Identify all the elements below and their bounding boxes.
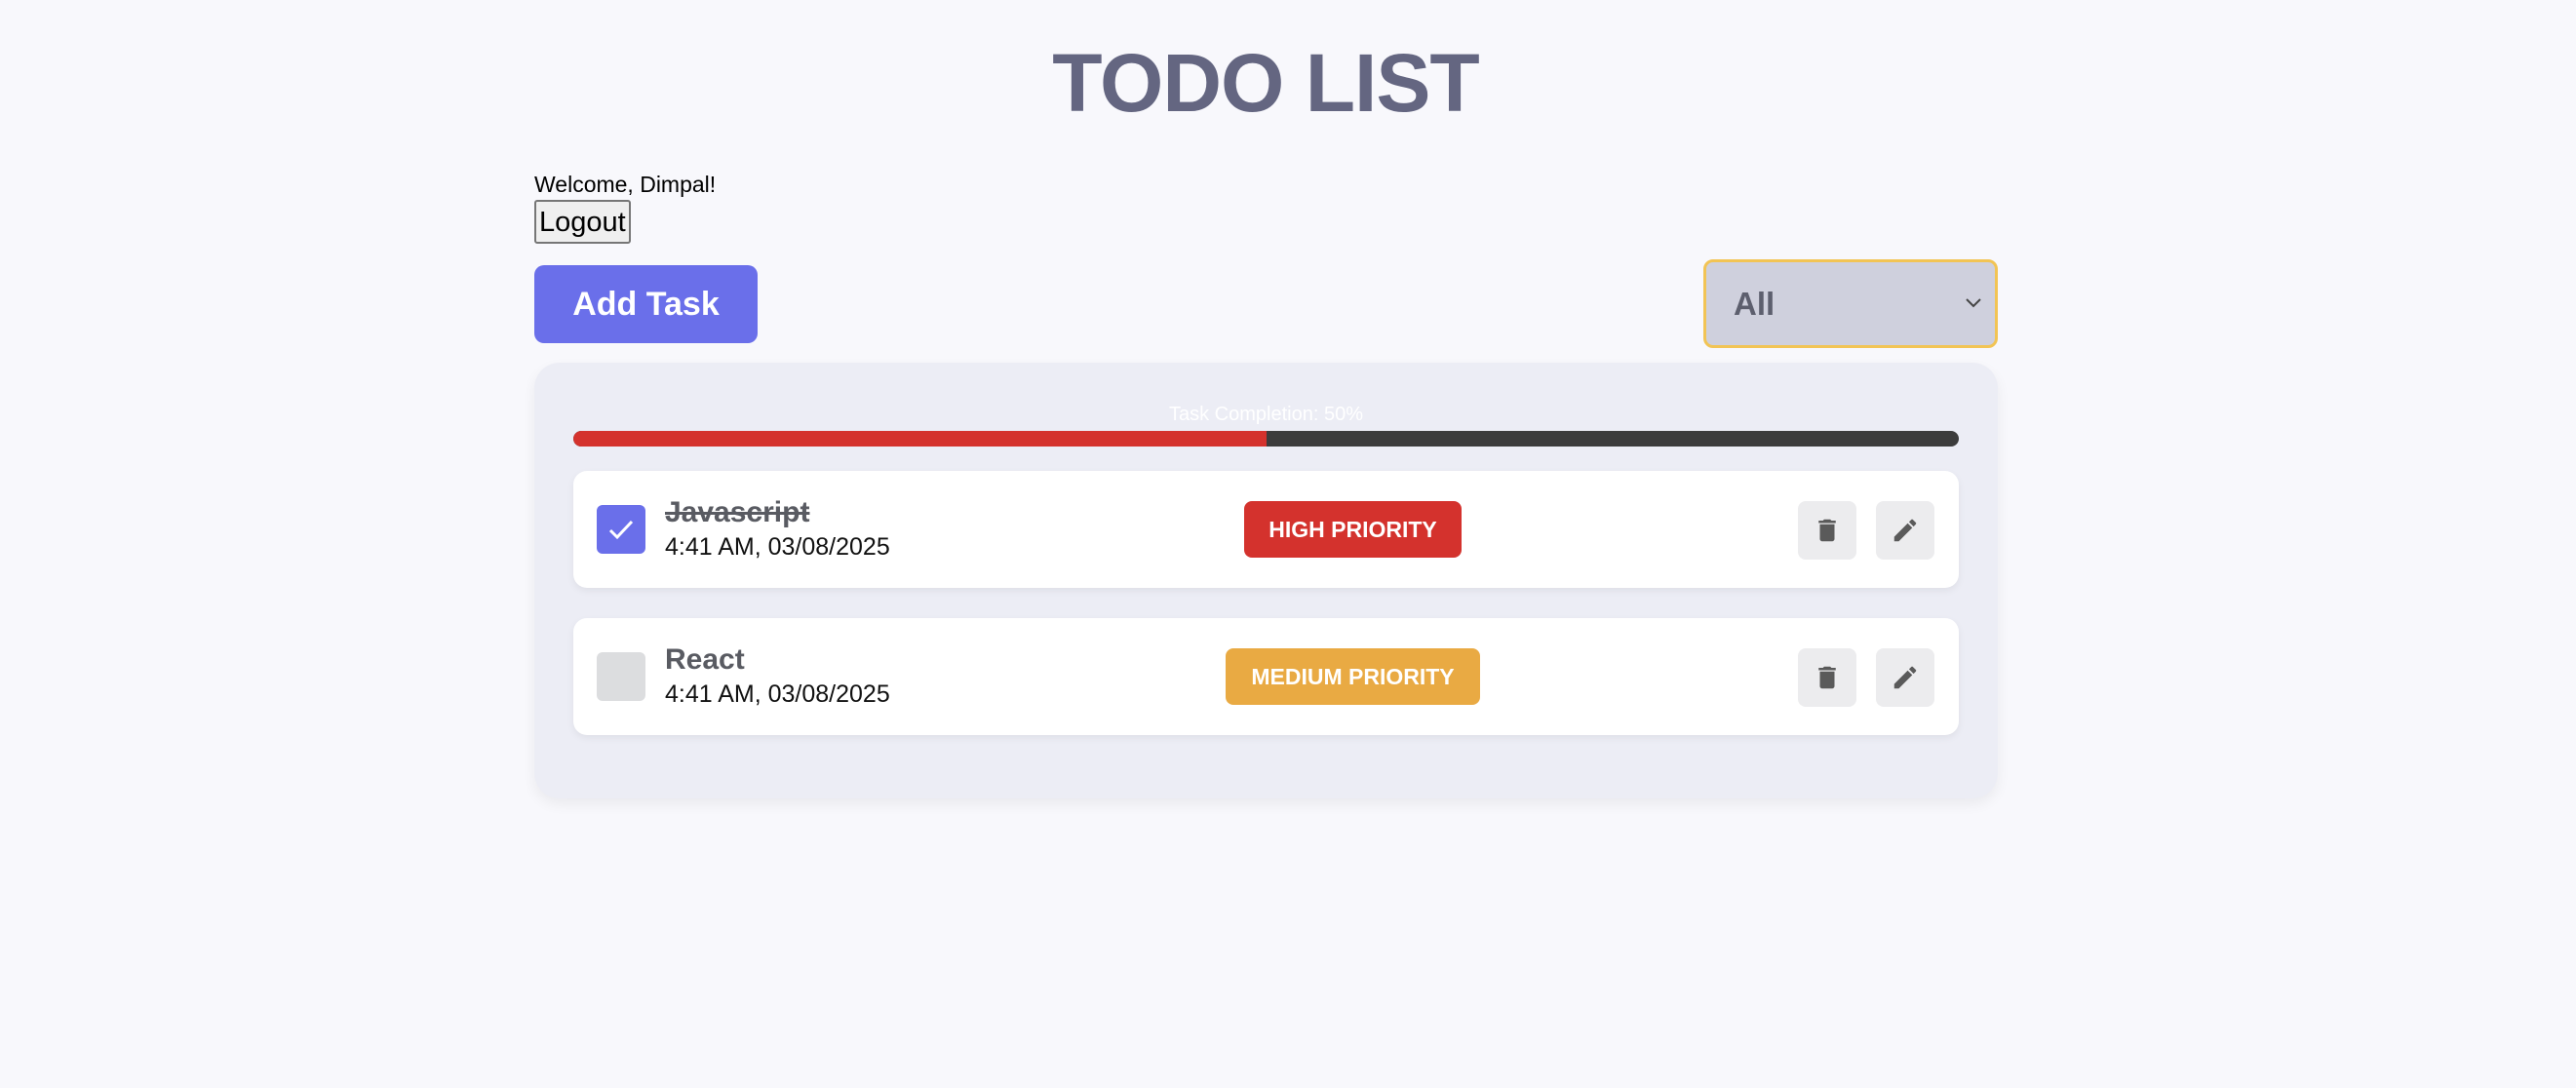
check-icon <box>608 520 634 540</box>
delete-button[interactable] <box>1798 501 1856 560</box>
edit-button[interactable] <box>1876 648 1934 707</box>
trash-icon <box>1818 519 1836 542</box>
filter-select[interactable]: All <box>1703 259 1998 348</box>
pencil-icon <box>1893 666 1917 689</box>
logout-button[interactable]: Logout <box>534 200 631 244</box>
task-time: 4:41 AM, 03/08/2025 <box>665 533 890 561</box>
task-checkbox[interactable] <box>597 652 645 701</box>
progress-fill <box>573 431 1267 447</box>
chevron-down-icon <box>1966 298 1981 308</box>
welcome-message: Welcome, Dimpal! <box>534 172 717 197</box>
task-item: Javascript 4:41 AM, 03/08/2025 HIGH PRIO… <box>573 471 1959 588</box>
task-name: React <box>665 643 745 676</box>
priority-badge: HIGH PRIORITY <box>1244 501 1462 558</box>
priority-badge: MEDIUM PRIORITY <box>1226 648 1480 705</box>
task-checkbox[interactable] <box>597 505 645 554</box>
task-time: 4:41 AM, 03/08/2025 <box>665 680 890 708</box>
pencil-icon <box>1893 519 1917 542</box>
page-title: TODO LIST <box>1052 37 1479 129</box>
delete-button[interactable] <box>1798 648 1856 707</box>
edit-button[interactable] <box>1876 501 1934 560</box>
progress-label: Task Completion: 50% <box>1169 404 1363 425</box>
progress-bar <box>573 431 1959 447</box>
task-item: React 4:41 AM, 03/08/2025 MEDIUM PRIORIT… <box>573 618 1959 735</box>
task-name: Javascript <box>665 496 810 528</box>
filter-selected-value: All <box>1734 286 1776 322</box>
trash-icon <box>1818 666 1836 689</box>
task-panel: Task Completion: 50% Javascript 4:41 AM,… <box>534 363 1998 798</box>
add-task-button[interactable]: Add Task <box>534 265 758 343</box>
